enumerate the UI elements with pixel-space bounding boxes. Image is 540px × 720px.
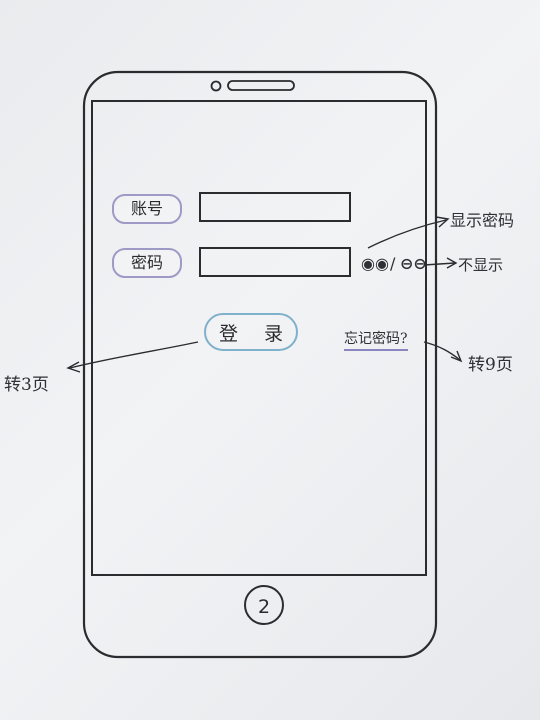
show-arrow-line bbox=[367, 219, 447, 249]
show-password-icon[interactable]: ◉◉ bbox=[361, 254, 389, 273]
forgot-arrow-line bbox=[423, 341, 461, 361]
speaker-slot bbox=[227, 80, 295, 91]
camera-dot bbox=[210, 80, 222, 92]
toggle-separator: / bbox=[390, 254, 396, 273]
hide-password-icon[interactable]: ⊖⊖ bbox=[400, 254, 427, 273]
password-label: 密码 bbox=[112, 248, 182, 278]
account-input[interactable] bbox=[199, 192, 351, 222]
password-input[interactable] bbox=[199, 247, 351, 277]
home-button[interactable]: 2 bbox=[244, 585, 284, 625]
login-button[interactable]: 登 录 bbox=[204, 313, 298, 351]
login-target-note: 转3页 bbox=[4, 375, 49, 395]
account-label: 账号 bbox=[112, 194, 182, 224]
show-password-note: 显示密码 bbox=[450, 211, 515, 230]
login-arrow-line bbox=[69, 341, 199, 369]
hide-password-note: 不显示 bbox=[458, 256, 504, 274]
sketch-sheet: 账号 密码 ◉◉ / ⊖⊖ 登 录 忘记密码? 显示密码 不显示 转3页 转9页… bbox=[0, 0, 540, 720]
forgot-password-link[interactable]: 忘记密码? bbox=[344, 328, 408, 351]
forgot-target-note: 转9页 bbox=[468, 355, 513, 375]
phone-body bbox=[82, 70, 438, 659]
hide-arrow-line bbox=[423, 262, 456, 266]
